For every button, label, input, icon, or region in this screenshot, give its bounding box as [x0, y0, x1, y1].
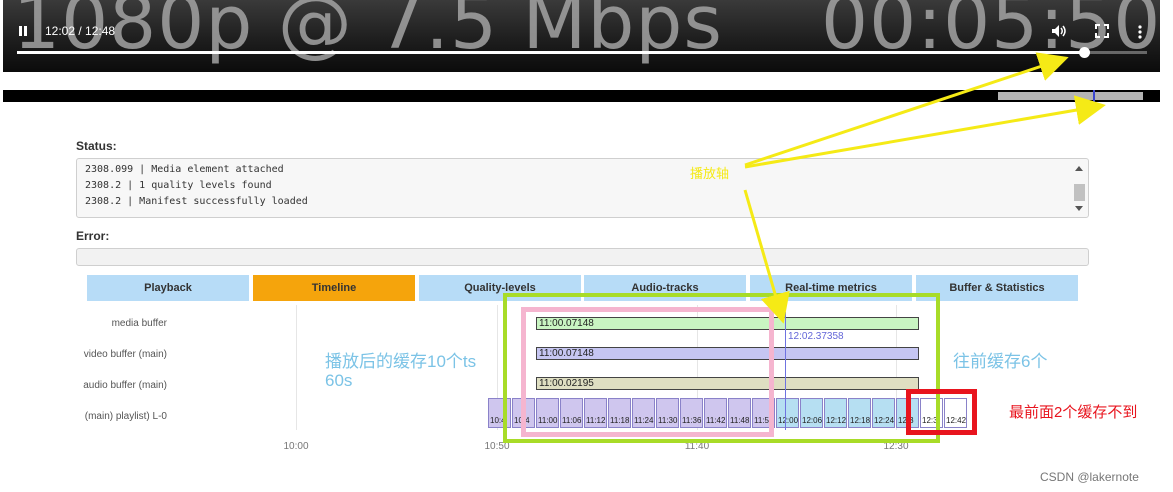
annotation-arrows	[743, 52, 1106, 324]
arrow-to-playhead	[743, 189, 790, 324]
arrow-to-minimap	[744, 95, 1106, 169]
arrow-to-seekbar	[744, 52, 1069, 167]
watermark: CSDN @lakernote	[1040, 470, 1139, 484]
